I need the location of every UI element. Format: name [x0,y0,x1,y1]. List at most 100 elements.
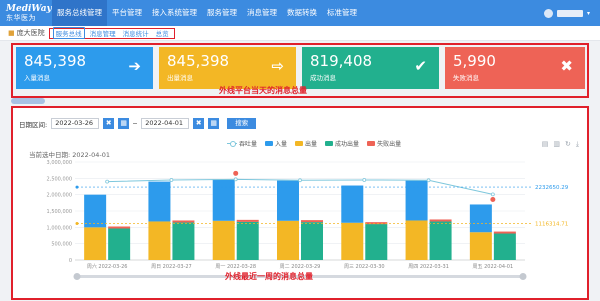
x-tick-label: 周日 2022-03-27 [151,264,192,270]
bar-out [212,220,235,260]
bar-success [172,222,195,260]
bar-success [429,221,452,260]
avg-in-label: 2232650.29 [535,185,569,191]
throughput-point [169,178,174,182]
bar-out [277,220,299,260]
y-tick-label: 2,500,000 [47,176,72,182]
x-tick-label: 周六 2022-03-26 [87,263,128,270]
x-tick-label: 周二 2022-03-29 [280,264,321,270]
stat-value: 845,398 [167,52,230,70]
y-tick-label: 1,000,000 [47,225,72,231]
logo-subtitle: 东华医为 [6,13,36,22]
bar-in [405,180,428,221]
stats-annotation: 外线平台当天的消息总量 [219,86,307,95]
zoom-slider-handle-right [519,273,527,280]
bar-fail [172,220,195,223]
x-tick-label: 周一 2022-03-28 [215,264,256,270]
bar-fail [301,220,323,223]
min-pin-marker [490,196,496,202]
bar-out [148,221,171,260]
throughput-point [298,178,302,183]
bar-fail [493,231,516,234]
bar-fail [236,219,259,222]
bar-in [341,185,364,223]
logo-wordmark: MediWay [6,3,52,14]
bar-fail [108,226,131,229]
stat-label: 入量消息 [24,74,50,82]
bar-fail [429,219,452,222]
chevron-down-icon: ▾ [586,9,590,17]
bar-in [469,204,492,233]
breadcrumb-tab-service-bus[interactable]: 服务总线 [52,27,85,39]
main-nav: 服务总线管理 平台管理 接入系统管理 服务管理 消息管理 数据转换 标准管理 [52,0,362,26]
breadcrumb-home[interactable]: ■ 庞大医院 [8,28,45,38]
bar-success [493,233,516,260]
bar-success [365,224,388,260]
bar-in [277,180,299,221]
chart-panel: 日期区间: 2022-03-26 ✖ ▦ 2022-04-01 ✖ ▦ 搜索 吞… [11,106,589,300]
stat-label: 成功消息 [310,74,336,82]
bar-out [405,220,428,260]
bar-success [108,228,131,260]
stat-card-fail: 5,990 失败消息 ✖ [445,47,585,89]
markline-start-point [75,222,79,226]
brand-logo[interactable]: MediWay 东华医为 [0,0,52,26]
y-tick-label: 3,000,000 [47,160,72,166]
stat-card-success: 819,408 成功消息 ✔ [302,47,439,89]
sign-out-icon: ⇨ [271,57,284,75]
close-icon: ✖ [560,57,573,75]
sign-in-icon: ➔ [128,57,141,75]
collapse-handle[interactable] [11,98,45,104]
nav-item-standards[interactable]: 标准管理 [322,0,362,26]
nav-item-access-systems[interactable]: 接入系统管理 [147,0,202,26]
home-icon: ■ [8,29,15,37]
top-navbar: MediWay 东华医为 服务总线管理 平台管理 接入系统管理 服务管理 消息管… [0,0,600,26]
zoom-slider-handle-left [73,273,81,280]
throughput-point [105,179,110,184]
throughput-point [426,178,431,183]
stats-highlight-box: 845,398 入量消息 ➔ 845,398 出量消息 ⇨ 819,408 成功… [11,43,589,98]
breadcrumb-tabs: 服务总线 消息管理 消息统计 总览 [48,27,175,39]
max-pin-marker [233,170,239,176]
x-tick-label: 周三 2022-03-30 [344,264,385,270]
nav-item-messages[interactable]: 消息管理 [242,0,282,26]
breadcrumb-tab-message-mgmt[interactable]: 消息管理 [88,28,118,38]
stat-label: 失败消息 [453,74,479,82]
x-tick-label: 周五 2022-04-01 [473,264,514,270]
check-icon: ✔ [414,57,427,75]
bar-out [469,232,492,260]
bar-in [84,194,107,228]
x-tick-label: 周四 2022-03-31 [408,264,449,270]
nav-item-services[interactable]: 服务管理 [202,0,242,26]
stat-card-out: 845,398 出量消息 ⇨ [159,47,296,89]
user-avatar [543,8,553,18]
chart-annotation: 外线最近一周的消息总量 [225,271,313,281]
user-menu[interactable]: ▾ [543,8,600,18]
breadcrumb: ■ 庞大医院 服务总线 消息管理 消息统计 总览 [0,26,600,41]
bar-in [148,181,171,222]
stat-value: 845,398 [24,52,87,70]
bar-out [341,222,364,260]
throughput-point [233,177,238,182]
bar-success [236,221,259,260]
throughput-point [490,192,495,197]
stat-value: 819,408 [310,52,373,70]
bar-fail [365,222,388,225]
throughput-point [362,178,367,182]
nav-item-data-transform[interactable]: 数据转换 [282,0,322,26]
y-tick-label: 500,000 [51,242,72,248]
y-tick-label: 1,500,000 [47,209,72,215]
nav-item-platform[interactable]: 平台管理 [107,0,147,26]
user-name-placeholder [556,9,583,17]
y-tick-label: 0 [69,258,72,264]
markline-start-point [75,185,79,189]
y-tick-label: 2,000,000 [47,193,72,199]
breadcrumb-home-label: 庞大医院 [16,29,45,37]
stat-card-in: 845,398 入量消息 ➔ [16,47,153,89]
bar-out [84,227,107,260]
nav-item-service-bus[interactable]: 服务总线管理 [52,0,107,26]
breadcrumb-tab-overview[interactable]: 总览 [154,28,171,38]
bar-success [301,222,323,260]
bar-in [212,179,235,221]
breadcrumb-tab-message-stats[interactable]: 消息统计 [121,28,151,38]
